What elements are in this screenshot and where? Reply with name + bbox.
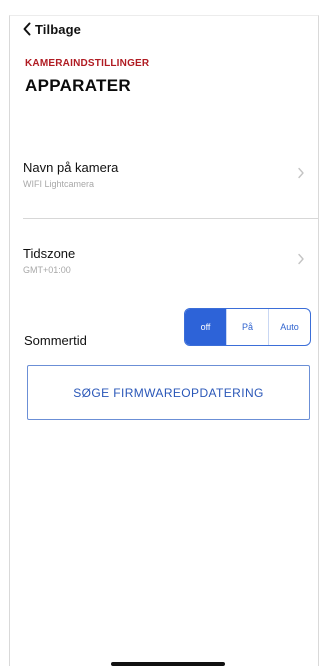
dst-option-off[interactable]: off	[185, 309, 226, 345]
chevron-left-icon	[23, 22, 31, 36]
home-indicator	[111, 662, 225, 666]
camera-name-label: Navn på kamera	[23, 160, 119, 175]
page-title: APPARATER	[25, 76, 131, 95]
back-button[interactable]: Tilbage	[22, 18, 81, 40]
dst-label: Sommertid	[24, 333, 87, 348]
dst-option-on[interactable]: På	[226, 309, 268, 345]
chevron-right-icon[interactable]	[297, 253, 305, 265]
back-label: Tilbage	[35, 21, 81, 37]
camera-name-value: WIFI Lightcamera	[23, 179, 95, 189]
chevron-right-icon[interactable]	[297, 167, 305, 179]
timezone-value: GMT+01:00	[23, 265, 71, 275]
page-subtitle: KAMERAINDSTILLINGER	[25, 58, 150, 69]
settings-screen: Tilbage KAMERAINDSTILLINGER APPARATER Na…	[9, 15, 319, 666]
row-divider	[23, 218, 318, 219]
dst-option-auto[interactable]: Auto	[268, 309, 310, 345]
timezone-label: Tidszone	[23, 246, 76, 261]
firmware-update-button[interactable]: SØGE FIRMWAREOPDATERING	[27, 365, 310, 420]
dst-segmented-control: off På Auto	[184, 308, 311, 346]
